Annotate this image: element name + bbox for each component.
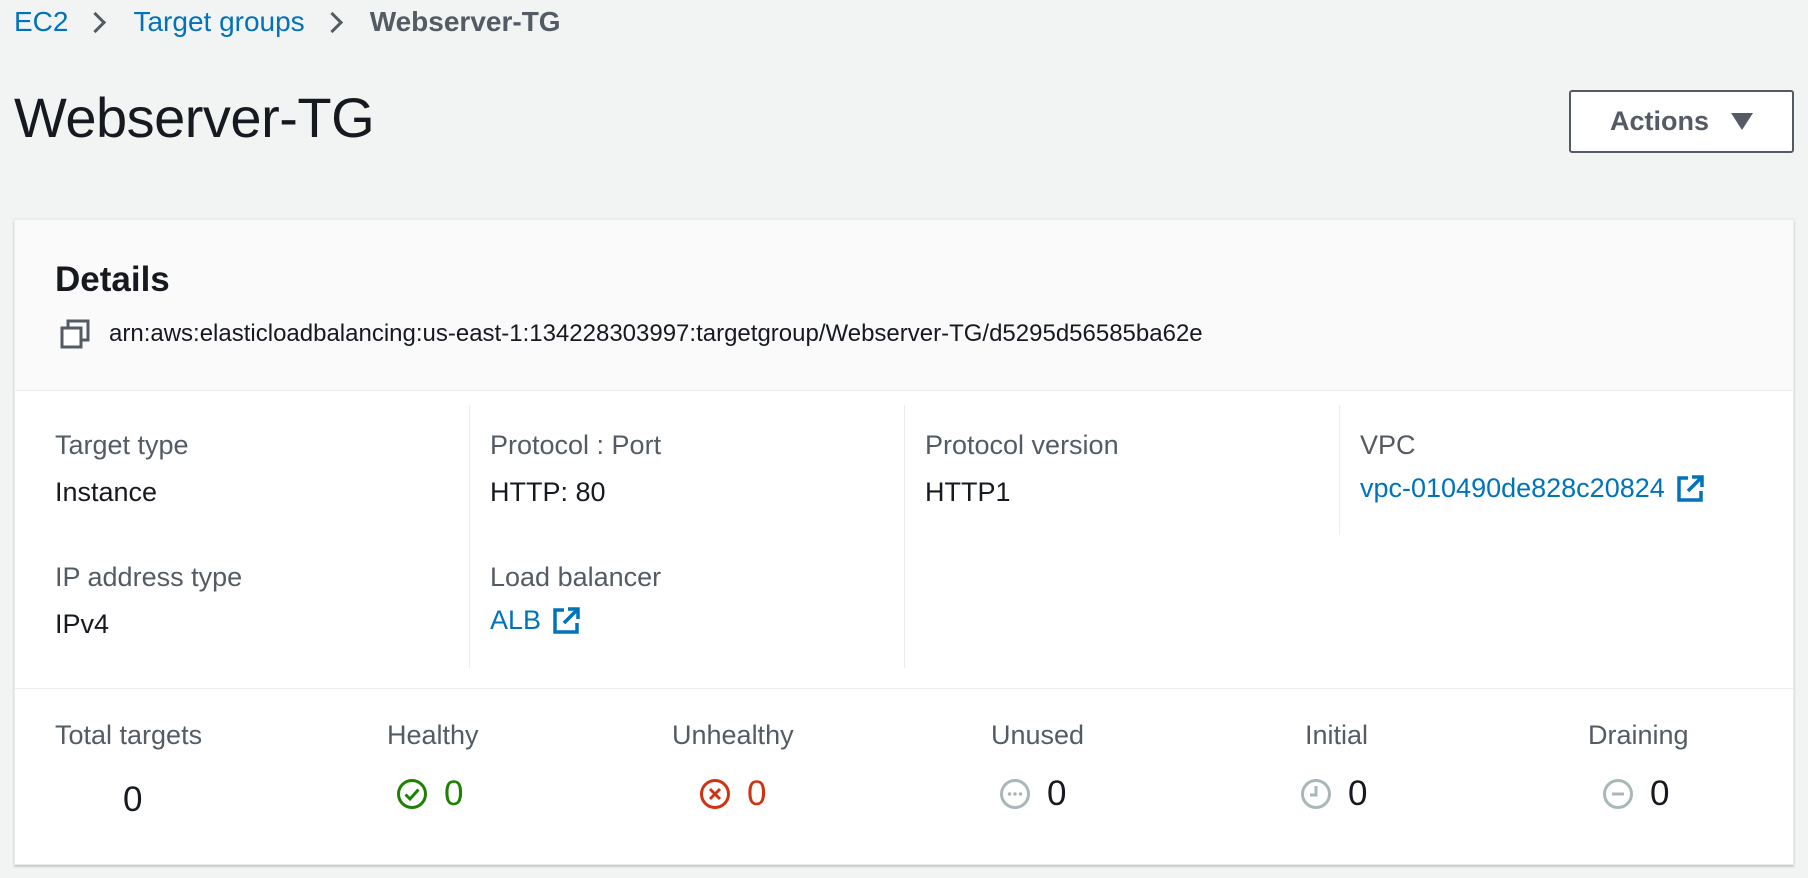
details-panel: Details arn:aws:elasticloadbalancing:us-…	[14, 219, 1794, 865]
breadcrumb-ec2-link[interactable]: EC2	[14, 6, 68, 38]
vpc-link[interactable]: vpc-010490de828c20824	[1360, 473, 1705, 504]
copy-icon[interactable]	[59, 318, 91, 350]
healthy-value[interactable]: 0	[396, 774, 463, 814]
vpc-link-text: vpc-010490de828c20824	[1360, 473, 1665, 503]
page-title: Webserver-TG	[14, 86, 375, 149]
draining-count: 0	[1650, 774, 1670, 813]
external-link-icon	[1677, 474, 1704, 502]
healthy-label: Healthy	[387, 720, 479, 750]
initial-label: Initial	[1305, 720, 1369, 750]
healthy-count: 0	[444, 774, 464, 813]
target-type-label: Target type	[55, 430, 189, 460]
initial-count: 0	[1348, 774, 1368, 813]
protocol-port-value: HTTP: 80	[490, 477, 606, 507]
breadcrumb-target-groups-link[interactable]: Target groups	[133, 6, 304, 38]
minus-circle-icon	[1603, 779, 1633, 809]
actions-button-label: Actions	[1609, 106, 1709, 136]
clock-icon	[1301, 779, 1331, 809]
protocol-version-label: Protocol version	[925, 430, 1119, 460]
unused-label: Unused	[991, 720, 1085, 750]
ellipsis-circle-icon	[1000, 779, 1030, 809]
stats-divider	[15, 688, 1793, 689]
unused-value[interactable]: 0	[999, 774, 1066, 814]
arn-text: arn:aws:elasticloadbalancing:us-east-1:1…	[109, 320, 1203, 347]
total-targets-label: Total targets	[55, 720, 203, 750]
arn-row: arn:aws:elasticloadbalancing:us-east-1:1…	[59, 318, 1203, 350]
draining-value[interactable]: 0	[1602, 774, 1669, 814]
draining-label: Draining	[1588, 720, 1689, 750]
x-circle-icon	[700, 779, 730, 809]
unused-count: 0	[1047, 774, 1067, 813]
breadcrumb: EC2 Target groups Webserver-TG	[14, 2, 561, 42]
check-circle-icon	[397, 779, 427, 809]
load-balancer-label: Load balancer	[490, 562, 662, 592]
column-divider	[469, 405, 470, 668]
breadcrumb-current: Webserver-TG	[369, 6, 561, 37]
vpc-label: VPC	[1360, 430, 1416, 460]
load-balancer-link[interactable]: ALB	[490, 605, 581, 636]
target-type-value: Instance	[55, 477, 158, 507]
details-title: Details	[55, 260, 170, 299]
chevron-right-icon	[85, 11, 107, 33]
unhealthy-value[interactable]: 0	[699, 774, 766, 814]
actions-button[interactable]: Actions	[1569, 90, 1794, 153]
ip-address-type-value: IPv4	[55, 609, 110, 639]
unhealthy-label: Unhealthy	[672, 720, 794, 750]
column-divider	[904, 405, 905, 668]
external-link-icon	[553, 606, 580, 634]
initial-value[interactable]: 0	[1300, 774, 1367, 814]
details-header: Details arn:aws:elasticloadbalancing:us-…	[15, 220, 1793, 391]
caret-down-icon	[1731, 113, 1753, 130]
chevron-right-icon	[321, 11, 343, 33]
protocol-version-value: HTTP1	[925, 477, 1011, 507]
total-targets-count: 0	[123, 780, 143, 819]
protocol-port-label: Protocol : Port	[490, 430, 662, 460]
total-targets-value: 0	[123, 780, 142, 820]
unhealthy-count: 0	[747, 774, 767, 813]
ip-address-type-label: IP address type	[55, 562, 243, 592]
load-balancer-link-text: ALB	[490, 605, 542, 635]
column-divider	[1339, 405, 1340, 535]
